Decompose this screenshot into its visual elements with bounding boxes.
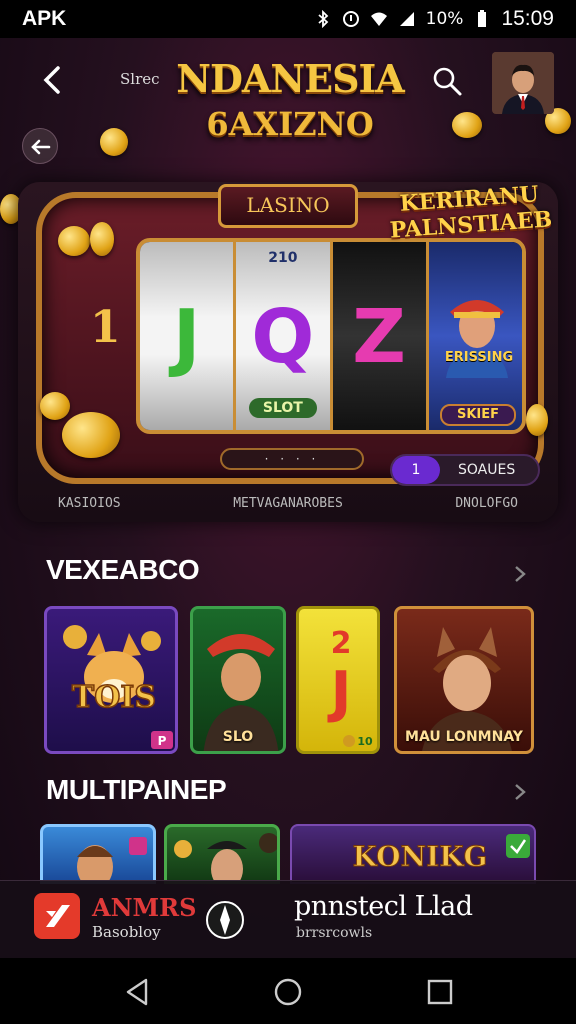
header-small-label: Slrec: [120, 70, 160, 88]
character-icon: [77, 837, 147, 881]
coin-balance-pill[interactable]: 1 SOAUES: [390, 454, 540, 486]
reel-symbol: J: [172, 294, 201, 380]
card-label: KASIOIOS: [58, 496, 121, 511]
left-arrow-icon: [31, 139, 51, 155]
section-title: VEXEABCO: [46, 554, 200, 585]
coin-decoration: [62, 412, 120, 458]
side-number: 1: [90, 302, 121, 353]
svg-text:10: 10: [357, 735, 373, 748]
card-label-row: KASIOIOS METVAGANAROBES DNOLOFGO: [18, 496, 558, 511]
tile-label: MAU LONMNAY: [405, 729, 523, 745]
game-tiles-row: TOIS P SLO 2 J 10 MAU LONMNAY: [44, 606, 534, 754]
chevron-right-icon[interactable]: [510, 562, 530, 586]
coin-decoration: [58, 226, 90, 256]
alarm-icon: [342, 11, 359, 27]
promo-headline: KERIRANU PALNSTIAEB: [388, 181, 553, 244]
bottom-app-bar[interactable]: ANMRS Basobloy pnnstecl Llad brrsrcowls: [0, 880, 576, 958]
app-name: ANMRS: [92, 893, 197, 922]
compass-badge-icon[interactable]: [202, 897, 248, 943]
app-screen: APK 10% 15:09 Slrec NDANESIA 6AXIZNO LAS…: [0, 0, 576, 1024]
clock: 15:09: [501, 7, 554, 30]
slash-logo-icon: [46, 905, 70, 927]
fox-mascot-icon: TOIS P: [63, 625, 173, 749]
card-label: DNOLOFGO: [455, 496, 518, 511]
portrait-button[interactable]: SKIEF: [440, 404, 516, 426]
status-icons: 10% 15:09: [314, 7, 554, 31]
game-tiles-row-2: KONIKG: [40, 824, 536, 884]
carousel-pager[interactable]: · · · ·: [220, 448, 364, 470]
reel-1: J: [140, 242, 237, 430]
bluetooth-icon: [318, 10, 328, 28]
svg-text:J: J: [327, 660, 352, 725]
game-tile[interactable]: TOIS P: [44, 606, 178, 754]
section-title: MULTIPAINEP: [46, 774, 227, 805]
game-tile[interactable]: KONIKG: [290, 824, 536, 884]
app-logo[interactable]: [34, 893, 80, 939]
game-tile[interactable]: MAU LONMNAY: [394, 606, 534, 754]
game-tile[interactable]: 2 J 10: [296, 606, 380, 754]
search-icon[interactable]: [430, 64, 464, 98]
reel-2: 210 Q SLOT: [236, 242, 333, 430]
slot-label: SLOT: [248, 398, 317, 418]
tile-label: SLO: [222, 729, 254, 745]
slot-symbol-icon: 2 J 10: [327, 626, 373, 748]
character-icon: [174, 833, 277, 881]
svg-text:P: P: [158, 734, 167, 748]
reel-symbol: Z: [352, 294, 406, 380]
casino-badge: LASINO: [218, 184, 358, 228]
nav-recents-icon[interactable]: [424, 976, 456, 1008]
nav-home-icon[interactable]: [272, 976, 304, 1008]
game-tile[interactable]: [40, 824, 156, 884]
battery-icon: [478, 10, 487, 27]
svg-text:TOIS: TOIS: [72, 680, 156, 715]
carrier-label: APK: [22, 7, 67, 30]
signal-icon: [399, 12, 414, 26]
game-tile[interactable]: SLO: [190, 606, 286, 754]
promo-banner-icon: KONIKG: [352, 834, 530, 874]
game-tile[interactable]: [164, 824, 280, 884]
nav-back-icon[interactable]: [122, 976, 154, 1008]
reel-top-value: 210: [268, 250, 298, 266]
card-label: METVAGANAROBES: [233, 496, 343, 511]
brand-logo[interactable]: NDANESIA 6AXIZNO: [170, 56, 410, 166]
app-header: Slrec NDANESIA 6AXIZNO: [0, 38, 576, 143]
svg-text:KONIKG: KONIKG: [353, 840, 488, 873]
portrait-label: ERISSING: [444, 350, 514, 365]
status-bar: APK 10% 15:09: [0, 0, 576, 38]
app-subtitle: Basobloy: [92, 923, 161, 941]
avatar[interactable]: [492, 52, 554, 114]
reel-symbol: Q: [251, 294, 315, 380]
coin-decoration: [526, 404, 548, 436]
wifi-icon: [370, 12, 387, 26]
promo-text: pnnstecl Llad: [294, 891, 473, 922]
reel-3: Z: [332, 242, 429, 430]
coin-count: 1: [392, 456, 440, 484]
coin-decoration: [40, 392, 70, 420]
back-arrow-icon[interactable]: [36, 60, 70, 100]
coin-label: SOAUES: [458, 462, 516, 478]
battery-text: 10%: [425, 9, 464, 29]
logo-subtitle: 6AXIZNO: [206, 105, 374, 143]
coin-decoration: [90, 222, 114, 256]
person-icon: [492, 52, 554, 114]
system-nav-bar: [0, 958, 576, 1024]
logo-title: NDANESIA: [176, 56, 405, 101]
circle-back-button[interactable]: [22, 128, 58, 164]
promo-subtext: brrsrcowls: [296, 925, 373, 941]
coin-decoration: [100, 128, 128, 156]
svg-text:2: 2: [331, 626, 352, 661]
chevron-right-icon[interactable]: [510, 780, 530, 804]
